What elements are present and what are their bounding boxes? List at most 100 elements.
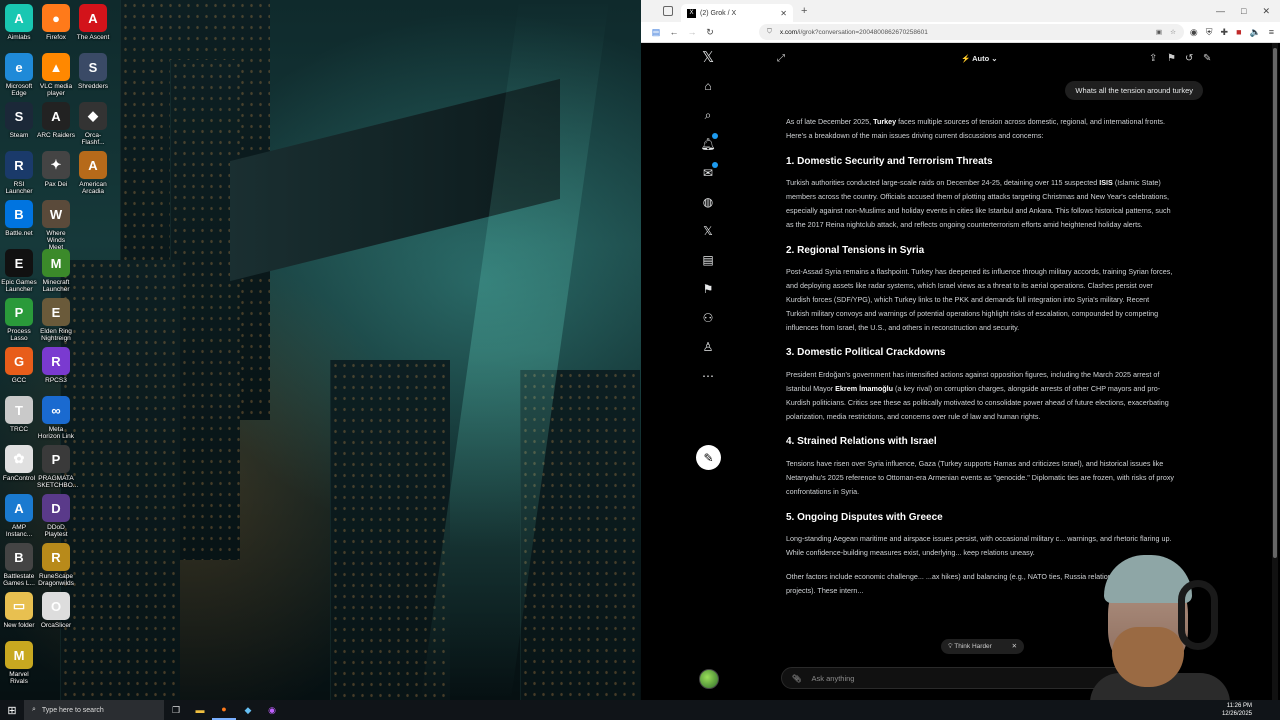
close-window-button[interactable]: ✕ (1262, 6, 1270, 17)
star-icon[interactable]: ☆ (1170, 28, 1176, 36)
tab-close-icon[interactable]: ✕ (780, 9, 787, 18)
avatar[interactable] (699, 669, 719, 689)
obs-taskbar-icon[interactable]: ◉ (260, 700, 284, 720)
desktop-icon[interactable]: P Process Lasso (0, 298, 38, 342)
communities-icon[interactable]: ⚇ (698, 308, 718, 328)
refresh-button[interactable]: ↻ (701, 27, 719, 38)
reader-icon[interactable]: ▣ (1156, 28, 1162, 36)
desktop-icon-label: Pax Dei (44, 181, 68, 188)
extension-icon[interactable]: ◉ (1190, 27, 1198, 38)
new-chat-icon[interactable]: ✎ (1203, 53, 1211, 64)
desktop-icon[interactable]: B Battle.net (0, 200, 38, 237)
desktop-icon-label: Process Lasso (7, 328, 31, 342)
bulb-icon: 💡︎ (948, 643, 953, 650)
desktop-icon[interactable]: B Battlestate Games L... (0, 543, 38, 587)
sidebar-toggle-icon[interactable]: ▤ (647, 27, 665, 38)
desktop-icon[interactable]: E Elden Ring Nightreign (37, 298, 75, 342)
post-button[interactable]: ✎ (696, 445, 721, 470)
desktop-icon[interactable]: ▭ New folder (0, 592, 38, 629)
grok-icon[interactable]: ◍ (698, 192, 718, 212)
tab-actions-icon[interactable] (663, 6, 673, 16)
address-bar[interactable]: ⛉ x.com/i/grok?conversation=200480086267… (759, 24, 1184, 40)
desktop-icon[interactable]: M Marvel Rivals (0, 641, 38, 685)
desktop-icon[interactable]: ✦ Pax Dei (37, 151, 75, 188)
site-info-icon[interactable]: ⛉ (767, 28, 772, 36)
back-button[interactable]: ← (665, 27, 683, 37)
x-premium-icon[interactable]: 𝕏 (698, 221, 718, 241)
desktop-icon-label: Where Winds Meet (46, 230, 66, 251)
search-placeholder: Type here to search (41, 706, 104, 714)
desktop-icon[interactable]: A The Ascent (74, 4, 112, 41)
extensions-icon[interactable]: ✚ (1221, 27, 1229, 38)
desktop-icon[interactable]: A ARC Raiders (37, 102, 75, 139)
desktop-icon[interactable]: M Minecraft Launcher (37, 249, 75, 293)
desktop-icon[interactable]: S Shredders (74, 53, 112, 90)
desktop-icon[interactable]: ◆ Orca-Flashf... (74, 102, 112, 146)
steam-taskbar-icon[interactable]: ◆ (236, 700, 260, 720)
desktop-icon[interactable]: ● Firefox (37, 4, 75, 41)
desktop-icon-label: Meta Horizon Link (37, 426, 75, 440)
search-icon[interactable]: ⌕ (698, 105, 718, 125)
desktop-icon[interactable]: ✿ FanControl (0, 445, 38, 482)
new-tab-button[interactable]: + (801, 5, 807, 17)
think-harder-chip[interactable]: 💡︎ Think Harder ✕ (941, 639, 1025, 654)
desktop-icon-label: Steam (9, 132, 29, 139)
model-selector[interactable]: ⚡ Auto ⌄ (961, 54, 998, 63)
desktop-icon[interactable]: T TRCC (0, 396, 38, 433)
close-icon[interactable]: ✕ (1012, 643, 1017, 650)
desktop-icon-label: FanControl (2, 475, 36, 482)
desktop-icon[interactable]: ∞ Meta Horizon Link (37, 396, 75, 440)
profile-icon[interactable]: ♙ (698, 337, 718, 357)
account-icon[interactable]: ■ (1236, 27, 1241, 38)
home-icon[interactable]: ⌂ (698, 76, 718, 96)
system-clock[interactable]: 11:26 PM 12/26/2025 (1222, 702, 1280, 718)
url-path: /i/grok?conversation=2004800862670258601 (797, 28, 928, 36)
search-icon: ⌕ (32, 706, 36, 713)
minimize-button[interactable]: — (1216, 6, 1225, 17)
section-heading: 5. Ongoing Disputes with Greece (786, 511, 943, 523)
taskbar-search[interactable]: ⌕ Type here to search (24, 700, 164, 720)
app-icon: A (79, 4, 107, 32)
forward-button[interactable]: → (683, 27, 701, 37)
desktop-wallpaper: A Aimlabs e Microsoft Edge S Steam R RSI Launch… (0, 0, 641, 700)
clock-time: 11:26 PM (1226, 703, 1252, 709)
speaker-icon[interactable]: 🔈 (1250, 27, 1261, 38)
menu-icon[interactable]: ≡ (1269, 27, 1274, 38)
bookmark-icon[interactable]: ⚑ (698, 279, 718, 299)
app-icon: G (5, 347, 33, 375)
desktop-icon[interactable]: ▲ VLC media player (37, 53, 75, 97)
share-icon[interactable]: ⇪ (1149, 53, 1157, 64)
bookmark-conversation-icon[interactable]: ⚑ (1167, 53, 1176, 64)
desktop-icon[interactable]: E Epic Games Launcher (0, 249, 38, 293)
desktop-icon[interactable]: A Aimlabs (0, 4, 38, 41)
firefox-taskbar-icon[interactable]: ● (212, 700, 236, 720)
history-icon[interactable]: ↺ (1185, 53, 1193, 64)
start-button[interactable]: ⊞ (0, 704, 24, 717)
desktop-icon[interactable]: D DDoD Playtest (37, 494, 75, 538)
desktop-icon[interactable]: A American Arcadia (74, 151, 112, 195)
messages-icon[interactable]: ✉ (698, 162, 718, 183)
desktop-icon[interactable]: O OrcaSlicer (37, 592, 75, 629)
desktop-icon[interactable]: R RSI Launcher (0, 151, 38, 195)
desktop-icon[interactable]: R RuneScape Dragonwilds (37, 543, 75, 587)
desktop-icon[interactable]: G GCC (0, 347, 38, 384)
desktop-icon[interactable]: e Microsoft Edge (0, 53, 38, 97)
more-icon[interactable]: ⋯ (698, 366, 718, 386)
shield-icon[interactable]: ⛨ (1206, 27, 1213, 38)
x-logo-icon[interactable]: 𝕏 (698, 47, 718, 67)
desktop-icon[interactable]: W Where Winds Meet (37, 200, 75, 251)
maximize-button[interactable]: □ (1241, 6, 1246, 17)
attach-icon[interactable]: 📎︎ (792, 674, 802, 683)
scrollbar-thumb[interactable] (1273, 48, 1277, 558)
desktop-icon[interactable]: S Steam (0, 102, 38, 139)
section-paragraph: President Erdoğan's government has inten… (786, 370, 1169, 421)
expand-icon[interactable]: ⤢ (777, 53, 785, 64)
desktop-icon[interactable]: A AMP Instanc... (0, 494, 38, 538)
task-view-icon[interactable]: ❐ (164, 700, 188, 720)
file-explorer-icon[interactable]: ▬ (188, 700, 212, 720)
notifications-icon[interactable]: 🔔︎ (698, 133, 718, 154)
desktop-icon[interactable]: P PRAGMATA SKETCHBO... (37, 445, 78, 489)
tab-grok[interactable]: X (2) Grok / X ✕ (681, 4, 793, 22)
desktop-icon[interactable]: R RPCS3 (37, 347, 75, 384)
lists-icon[interactable]: ▤ (698, 250, 718, 270)
